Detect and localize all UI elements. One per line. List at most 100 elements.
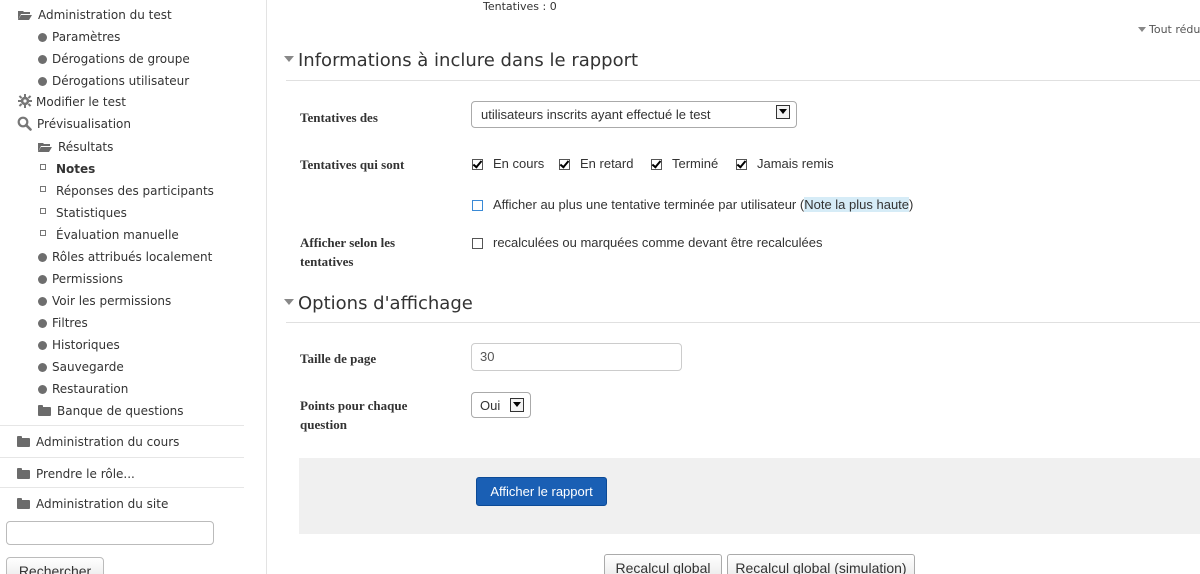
sidebar-item-label: Résultats [58, 140, 114, 154]
sidebar-item-filters[interactable]: Filtres [38, 315, 88, 331]
sidebar-item-backup[interactable]: Sauvegarde [38, 359, 124, 375]
sidebar-item-edit-quiz[interactable]: Modifier le test [18, 94, 126, 110]
regraded-only-checkbox[interactable] [472, 238, 483, 249]
divider [286, 80, 1200, 81]
sidebar-item-manual-grading[interactable]: Évaluation manuelle [38, 227, 179, 243]
sidebar-item-label: Dérogations de groupe [52, 52, 190, 66]
sidebar-item-quiz-administration[interactable]: Administration du test [18, 7, 172, 23]
state-inprogress-label: En cours [493, 156, 545, 171]
dot-icon [38, 297, 47, 306]
sidebar-item-user-overrides[interactable]: Dérogations utilisateur [38, 73, 189, 89]
sidebar-item-logs[interactable]: Historiques [38, 337, 120, 353]
sidebar-item-responses[interactable]: Réponses des participants [38, 183, 214, 199]
search-button[interactable]: Rechercher [6, 557, 104, 574]
one-attempt-highlight: Note la plus haute [804, 197, 910, 212]
divider [0, 425, 244, 426]
dot-icon [38, 55, 47, 64]
one-attempt-checkbox[interactable] [472, 200, 483, 211]
sidebar-item-label: Statistiques [56, 206, 127, 220]
sidebar-item-restore[interactable]: Restauration [38, 381, 128, 397]
sidebar-item-label: Historiques [52, 338, 120, 352]
section-title: Informations à inclure dans le rapport [298, 50, 639, 71]
marks-per-question-select[interactable]: Oui [471, 392, 531, 418]
sidebar-item-label: Administration du site [36, 497, 169, 511]
sidebar-item-grades[interactable]: Notes [38, 161, 95, 177]
show-by-label: Afficher selon les tentatives [300, 235, 396, 269]
sidebar-item-label: Évaluation manuelle [56, 228, 179, 242]
collapse-all-link[interactable]: Tout rédu [1138, 23, 1200, 36]
sidebar-item-label: Sauvegarde [52, 360, 124, 374]
one-attempt-label: Afficher au plus une tentative terminée … [493, 197, 913, 212]
sidebar-item-label: Réponses des participants [56, 184, 214, 198]
gear-icon [18, 94, 32, 108]
sidebar-item-label: Modifier le test [36, 95, 126, 109]
dot-icon [38, 385, 47, 394]
attempts-state-label: Tentatives qui sont [300, 157, 405, 172]
sidebar-item-results[interactable]: Résultats [38, 139, 113, 155]
sidebar-item-local-roles[interactable]: Rôles attribués localement [38, 249, 212, 265]
sidebar-item-preview[interactable]: Prévisualisation [17, 116, 131, 132]
section-report-info-header[interactable]: Informations à inclure dans le rapport [284, 50, 638, 71]
chevron-down-icon [510, 398, 524, 412]
state-abandoned-label: Jamais remis [757, 156, 834, 171]
sidebar-item-permissions[interactable]: Permissions [38, 271, 123, 287]
sidebar-item-label: Banque de questions [57, 404, 184, 418]
state-finished-label: Terminé [672, 156, 719, 171]
sidebar-item-statistics[interactable]: Statistiques [38, 205, 127, 221]
state-finished-checkbox[interactable] [651, 159, 662, 170]
sidebar-item-settings[interactable]: Paramètres [38, 29, 120, 45]
search-input[interactable] [6, 521, 214, 545]
show-report-button[interactable]: Afficher le rapport [476, 477, 607, 506]
folder-icon [17, 436, 30, 447]
square-bullet-icon [40, 208, 46, 214]
triangle-down-icon [284, 299, 294, 305]
dot-icon [38, 341, 47, 350]
section-display-options-header[interactable]: Options d'affichage [284, 293, 473, 314]
sidebar-item-question-bank[interactable]: Banque de questions [38, 403, 184, 419]
marks-per-question-value: Oui [480, 398, 501, 413]
sidebar-item-label: Paramètres [52, 30, 121, 44]
page-size-label: Taille de page [300, 351, 377, 366]
state-inprogress-checkbox[interactable] [472, 159, 483, 170]
triangle-down-icon [1138, 27, 1146, 32]
dot-icon [38, 77, 47, 86]
sidebar-item-label: Dérogations utilisateur [52, 74, 190, 88]
folder-open-icon [38, 143, 52, 152]
folder-icon [38, 405, 51, 416]
dot-icon [38, 363, 47, 372]
chevron-down-icon [776, 105, 790, 119]
state-abandoned-checkbox[interactable] [736, 159, 747, 170]
sidebar-item-check-permissions[interactable]: Voir les permissions [38, 293, 171, 309]
attempts-from-select[interactable]: utilisateurs inscrits ayant effectué le … [471, 101, 797, 128]
state-overdue-label: En retard [580, 156, 634, 171]
folder-icon [17, 498, 30, 509]
sidebar-item-label: Prendre le rôle... [36, 467, 135, 481]
regrade-all-button[interactable]: Recalcul global [604, 554, 722, 574]
folder-open-icon [18, 11, 32, 20]
page-size-input[interactable]: 30 [471, 343, 682, 371]
square-bullet-icon [40, 186, 46, 192]
attempts-count: Tentatives : 0 [483, 0, 557, 13]
sidebar-item-group-overrides[interactable]: Dérogations de groupe [38, 51, 190, 67]
marks-per-question-label: Points pour chaque question [300, 398, 408, 432]
sidebar-item-label: Voir les permissions [52, 294, 172, 308]
form-actions-area [299, 458, 1200, 534]
one-attempt-close: ) [909, 197, 914, 212]
search-icon [17, 116, 32, 131]
attempts-from-value: utilisateurs inscrits ayant effectué le … [481, 107, 711, 122]
dot-icon [38, 253, 47, 262]
divider [0, 487, 244, 488]
sidebar-item-course-administration[interactable]: Administration du cours [17, 434, 179, 450]
divider [286, 322, 1200, 323]
regraded-only-label: recalculées ou marquées comme devant êtr… [493, 235, 823, 250]
dot-icon [38, 319, 47, 328]
sidebar-item-switch-role[interactable]: Prendre le rôle... [17, 466, 135, 482]
sidebar-item-site-administration[interactable]: Administration du site [17, 496, 168, 512]
state-overdue-checkbox[interactable] [559, 159, 570, 170]
sidebar-item-label: Prévisualisation [37, 117, 131, 131]
divider [0, 457, 244, 458]
sidebar-item-label: Restauration [52, 382, 129, 396]
sidebar-item-label: Notes [56, 162, 96, 176]
regrade-all-dry-run-button[interactable]: Recalcul global (simulation) [727, 554, 915, 574]
dot-icon [38, 33, 47, 42]
